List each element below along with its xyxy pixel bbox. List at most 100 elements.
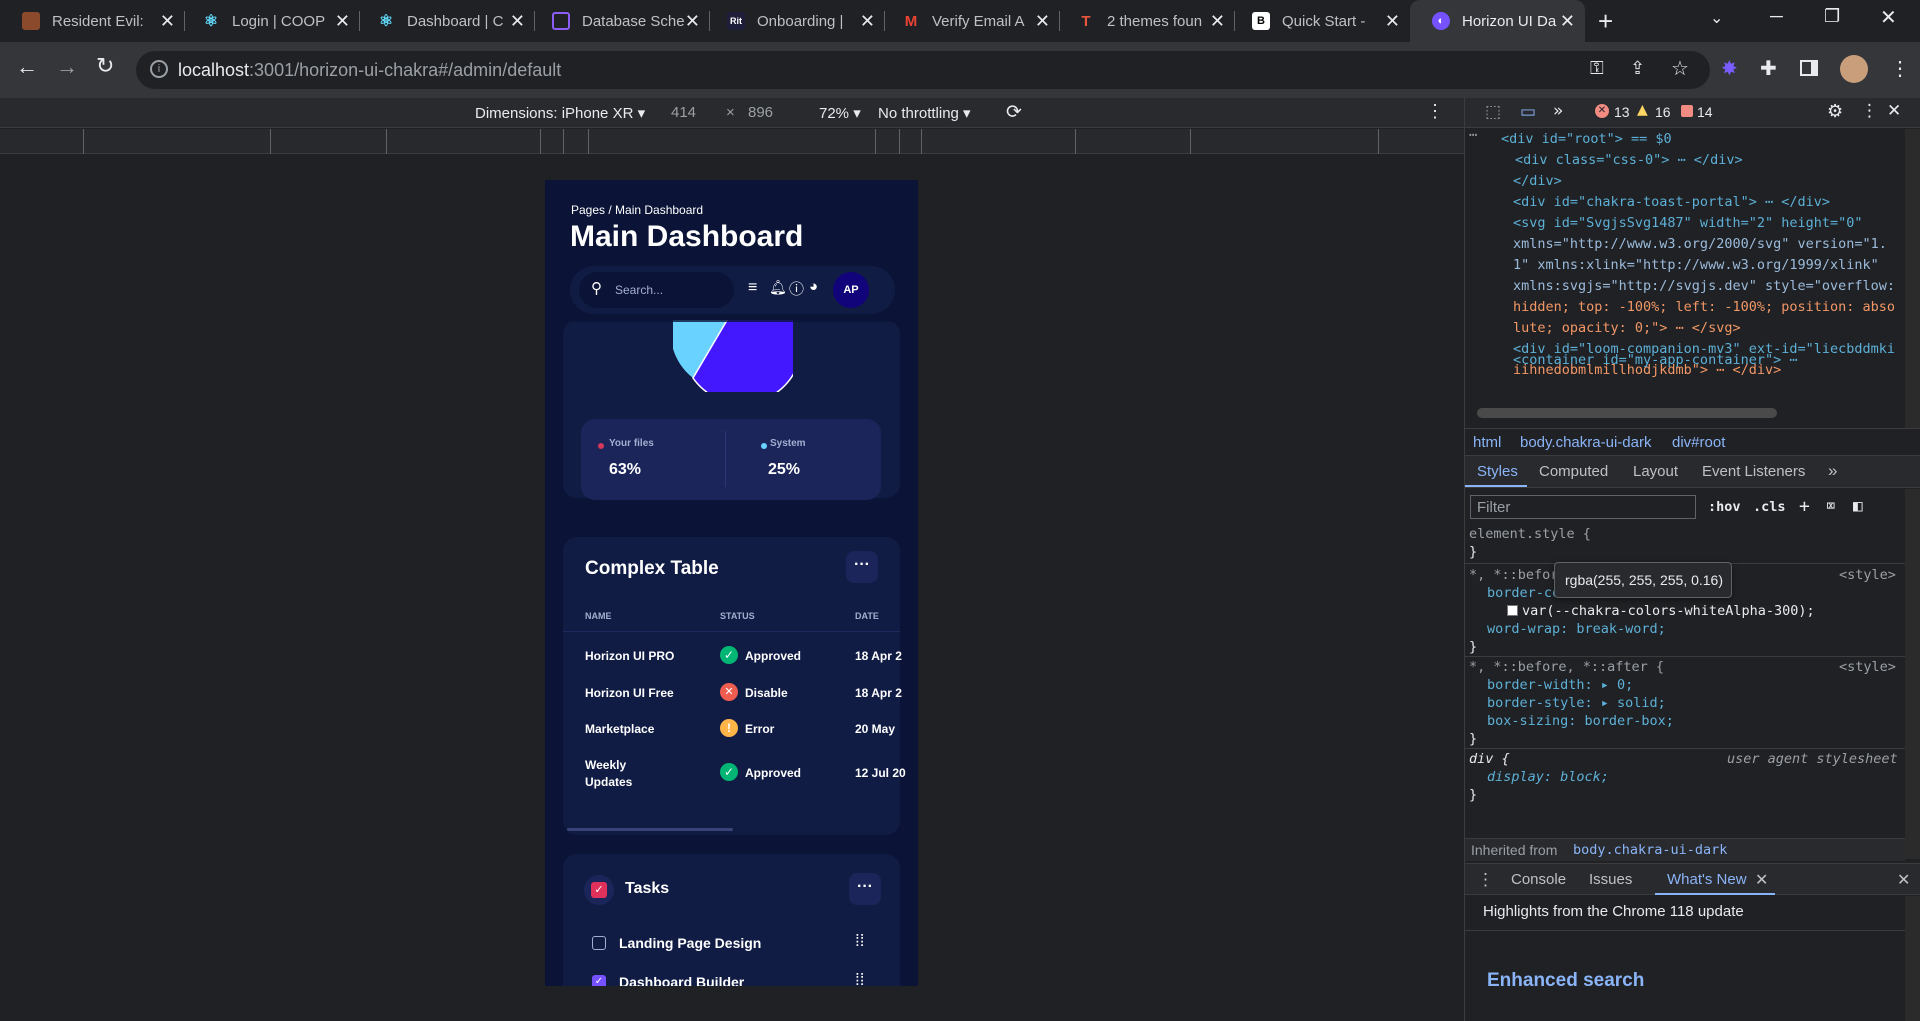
info-icon[interactable]: i — [150, 60, 168, 78]
menu-icon[interactable]: ⋮ — [1890, 56, 1910, 81]
warning-count[interactable]: 16 — [1655, 104, 1671, 120]
add-rule-icon[interactable]: + — [1799, 496, 1810, 517]
dom-node[interactable]: <container id="my-app-container"> ⋯ — [1513, 352, 1797, 368]
style-value[interactable]: var(--chakra-colors-whiteAlpha-300); — [1522, 603, 1815, 619]
style-property[interactable]: border-style: ▸ solid; — [1487, 695, 1666, 711]
horizontal-scrollbar[interactable] — [1477, 408, 1777, 418]
style-selector[interactable]: div { — [1469, 751, 1510, 767]
zoom-select[interactable]: 72% ▾ — [819, 104, 861, 122]
close-icon[interactable]: ✕ — [160, 11, 175, 31]
horizontal-scrollbar[interactable] — [567, 828, 733, 831]
paint-icon[interactable]: ⌧ — [1826, 496, 1836, 515]
dom-node[interactable]: <svg id="SvgjsSvg1487" width="2" height=… — [1513, 215, 1863, 231]
browser-tab[interactable]: T 2 themes foun ✕ — [1055, 0, 1235, 42]
breadcrumb-item[interactable]: body.chakra-ui-dark — [1520, 434, 1651, 451]
dom-node[interactable]: <div id="root"> == $0 — [1501, 131, 1672, 147]
share-icon[interactable]: ⇪ — [1630, 58, 1645, 79]
close-window-button[interactable]: ✕ — [1880, 5, 1897, 30]
dom-node[interactable]: <div id="chakra-toast-portal"> ⋯ </div> — [1513, 194, 1830, 210]
more-options-button[interactable]: ··· — [849, 873, 881, 905]
throttling-select[interactable]: No throttling ▾ — [878, 104, 971, 122]
task-checkbox[interactable] — [592, 936, 606, 950]
browser-tab[interactable]: ⚛ Dashboard | C ✕ — [355, 0, 535, 42]
styles-scrollbar[interactable] — [1905, 489, 1920, 859]
close-icon[interactable]: ✕ — [1560, 11, 1575, 31]
vertical-scrollbar[interactable] — [1905, 129, 1920, 429]
minimize-button[interactable]: ─ — [1770, 6, 1783, 27]
close-icon[interactable]: ✕ — [1210, 11, 1225, 31]
extension-gear-icon[interactable]: ✸ — [1721, 56, 1738, 81]
tab-console[interactable]: Console — [1511, 871, 1566, 888]
forward-icon[interactable]: → — [56, 54, 78, 80]
browser-tab-active[interactable]: ◐ Horizon UI Da ✕ — [1410, 0, 1585, 42]
drawer-menu-icon[interactable]: ⋮ — [1477, 870, 1494, 890]
media-query-ruler[interactable] — [0, 129, 1464, 154]
inspect-icon[interactable]: ⬚ — [1485, 102, 1501, 122]
drag-handle-icon[interactable]: ⁞⁞ — [855, 970, 864, 986]
drag-handle-icon[interactable]: ⁞⁞ — [855, 931, 864, 951]
filter-input[interactable]: Filter — [1470, 495, 1696, 519]
style-property[interactable]: word-wrap: break-word; — [1487, 621, 1666, 637]
more-options-button[interactable]: ··· — [846, 551, 878, 583]
tab-issues[interactable]: Issues — [1589, 871, 1632, 888]
rotate-icon[interactable]: ⟳ — [1006, 101, 1022, 124]
new-tab-button[interactable]: + — [1598, 6, 1613, 37]
tab-search-icon[interactable]: ⌄ — [1710, 8, 1723, 28]
style-property[interactable]: box-sizing: border-box; — [1487, 713, 1674, 729]
restore-button[interactable]: ❐ — [1824, 6, 1840, 27]
close-drawer-icon[interactable]: ✕ — [1897, 870, 1910, 890]
key-icon[interactable]: ⚿ — [1590, 58, 1604, 79]
reload-icon[interactable]: ↻ — [96, 53, 114, 79]
drawer-scrollbar[interactable] — [1905, 896, 1920, 1021]
breadcrumb-item[interactable]: html — [1473, 434, 1501, 451]
enhanced-search-link[interactable]: Enhanced search — [1487, 970, 1644, 992]
tab-layout[interactable]: Layout — [1633, 463, 1678, 480]
settings-icon[interactable]: ⚙ — [1827, 101, 1843, 122]
device-select[interactable]: Dimensions: iPhone XR ▾ — [475, 104, 645, 122]
dom-node[interactable]: <div class="css-0"> ⋯ </div> — [1515, 152, 1743, 168]
browser-tab[interactable]: Rit Onboarding | ✕ — [705, 0, 885, 42]
close-icon[interactable]: ✕ — [1385, 11, 1400, 31]
back-icon[interactable]: ← — [16, 54, 38, 80]
profile-avatar[interactable] — [1840, 55, 1868, 83]
close-icon[interactable]: ✕ — [510, 11, 525, 31]
palette-icon[interactable]: ◕ — [809, 278, 818, 295]
color-swatch[interactable] — [1507, 605, 1518, 616]
close-icon[interactable]: ✕ — [1035, 11, 1050, 31]
browser-tab[interactable]: M Verify Email A ✕ — [880, 0, 1060, 42]
style-source-link[interactable]: <style> — [1839, 659, 1896, 675]
style-selector[interactable]: *, *::befor — [1469, 567, 1558, 583]
extensions-icon[interactable]: ✚ — [1760, 56, 1777, 81]
error-count[interactable]: 13 — [1614, 104, 1630, 120]
search-input[interactable]: ⚲ Search... — [579, 272, 734, 308]
close-devtools-icon[interactable]: ✕ — [1887, 101, 1901, 121]
height-input[interactable]: 896 — [748, 104, 773, 121]
tab-whats-new[interactable]: What's New — [1667, 871, 1747, 888]
cls-toggle[interactable]: .cls — [1753, 499, 1786, 515]
style-source-link[interactable]: <style> — [1839, 567, 1896, 583]
width-input[interactable]: 414 — [671, 104, 696, 121]
close-icon[interactable]: ✕ — [685, 11, 700, 31]
side-panel-icon[interactable] — [1800, 60, 1818, 76]
task-checkbox-checked[interactable]: ✓ — [592, 975, 606, 986]
bell-icon[interactable]: 🔔︎ — [769, 279, 787, 296]
browser-tab[interactable]: B Quick Start - ✕ — [1230, 0, 1410, 42]
close-icon[interactable]: ✕ — [335, 11, 350, 31]
more-tabs-icon[interactable]: » — [1828, 461, 1837, 481]
tab-styles[interactable]: Styles — [1477, 463, 1518, 480]
browser-tab[interactable]: Database Sche ✕ — [530, 0, 710, 42]
close-tab-icon[interactable]: ✕ — [1755, 870, 1768, 890]
breadcrumb-item[interactable]: div#root — [1672, 434, 1725, 451]
style-property[interactable]: border-width: ▸ 0; — [1487, 677, 1633, 693]
style-selector[interactable]: element.style { — [1469, 526, 1591, 542]
toggle-sidebar-icon[interactable]: ◧ — [1853, 496, 1863, 515]
close-icon[interactable]: ✕ — [860, 11, 875, 31]
hov-toggle[interactable]: :hov — [1708, 499, 1741, 515]
kebab-menu-icon[interactable]: ⋮ — [1861, 101, 1878, 121]
issues-count[interactable]: 14 — [1697, 104, 1713, 120]
device-more-icon[interactable]: ⋮ — [1426, 101, 1444, 122]
avatar[interactable]: AP — [833, 272, 869, 308]
browser-tab[interactable]: Resident Evil: ✕ — [0, 0, 185, 42]
inherited-link[interactable]: body.chakra-ui-dark — [1573, 842, 1727, 858]
info-icon[interactable]: ⓘ — [789, 278, 804, 299]
